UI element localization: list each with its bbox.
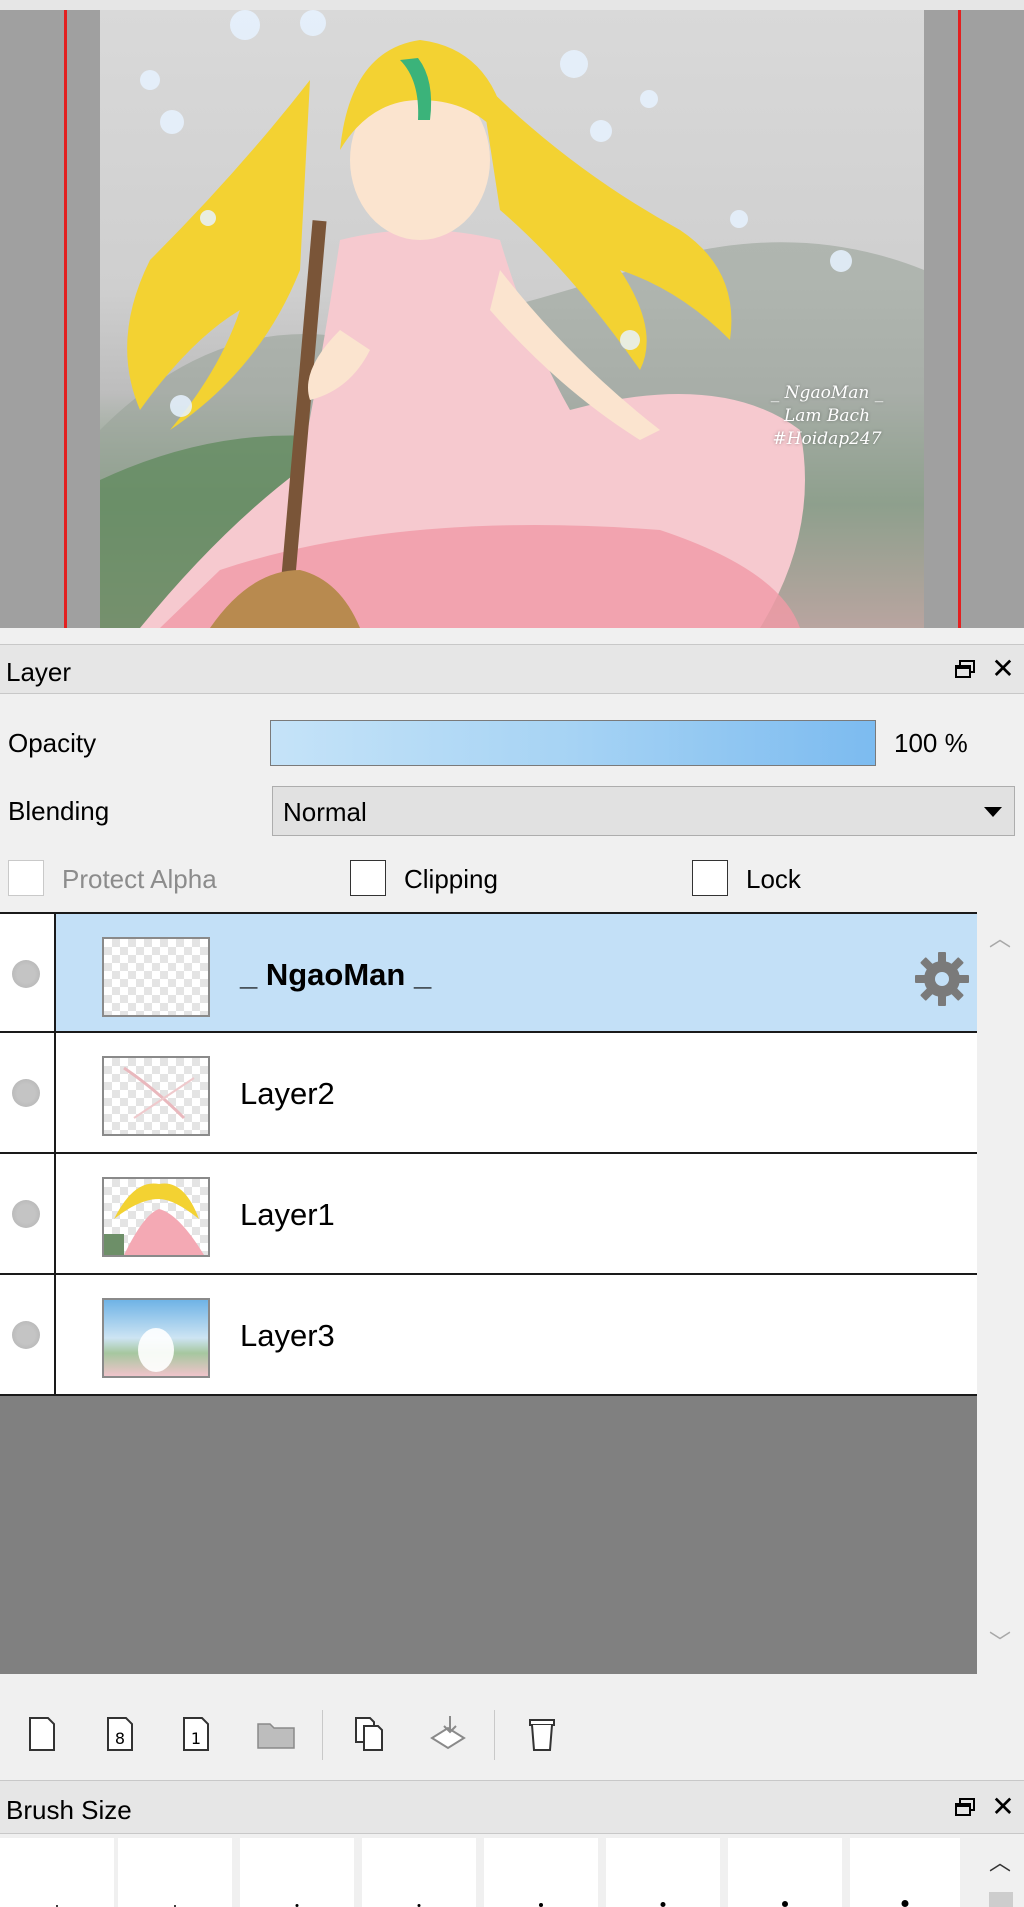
protect-alpha-checkbox[interactable]: [8, 860, 44, 896]
new-8bit-layer-icon[interactable]: 8: [102, 1714, 138, 1754]
brush-size-cell[interactable]: [362, 1838, 476, 1907]
layer-thumbnail: [102, 1056, 210, 1136]
close-panel-icon[interactable]: ✕: [990, 655, 1016, 683]
snow-particle: [160, 110, 184, 134]
svg-text:1: 1: [191, 1729, 201, 1748]
visibility-toggle-icon[interactable]: [12, 1321, 40, 1349]
brush-size-scrollbar[interactable]: ︿: [977, 1834, 1024, 1907]
brush-size-panel-title: Brush Size: [6, 1795, 132, 1825]
close-panel-icon[interactable]: ✕: [990, 1793, 1016, 1821]
protect-alpha-label: Protect Alpha: [62, 864, 217, 894]
brush-size-cell[interactable]: [0, 1838, 114, 1907]
layer-row[interactable]: Layer2: [0, 1033, 977, 1154]
chevron-down-icon: [984, 807, 1002, 817]
brush-size-cell[interactable]: [118, 1838, 232, 1907]
brush-size-cell[interactable]: [484, 1838, 598, 1907]
artwork-illustration: [100, 40, 924, 628]
svg-text:8: 8: [115, 1729, 125, 1748]
snow-particle: [200, 210, 216, 226]
delete-layer-icon[interactable]: [524, 1714, 560, 1754]
layer-thumbnail: [102, 1298, 210, 1378]
merge-down-icon[interactable]: [428, 1714, 468, 1754]
layer-toolbar: 8 1: [0, 1674, 1024, 1780]
visibility-toggle-icon[interactable]: [12, 1200, 40, 1228]
visibility-column: [0, 1154, 56, 1273]
canvas-top-strip: [0, 0, 1024, 10]
brush-size-dot: [539, 1903, 543, 1907]
brush-size-dot: [660, 1902, 666, 1907]
layer-list[interactable]: _ NgaoMan _ Layer2 Layer1 Layer3: [0, 912, 977, 1674]
toolbar-separator: [322, 1710, 323, 1760]
brush-size-dot: [901, 1900, 909, 1907]
brush-size-dot: [782, 1901, 788, 1907]
snow-particle: [830, 250, 852, 272]
gear-icon[interactable]: [913, 950, 971, 1008]
snow-particle: [640, 90, 658, 108]
float-panel-icon[interactable]: [954, 659, 976, 679]
watermark-line: _ NgaoMan _: [770, 383, 884, 403]
layer-thumbnail: [102, 1177, 210, 1257]
snow-particle: [730, 210, 748, 228]
artwork-image[interactable]: _ NgaoMan _ Lam Bach #Hoidap247: [100, 10, 924, 628]
blending-select[interactable]: Normal: [272, 786, 1015, 836]
duplicate-layer-icon[interactable]: [352, 1714, 388, 1754]
layer-list-scrollbar[interactable]: ︿ ﹀: [977, 912, 1024, 1674]
layer-name: Layer1: [240, 1197, 335, 1232]
brush-size-list[interactable]: [0, 1834, 977, 1907]
layer-panel-header: Layer ✕: [0, 644, 1024, 694]
snow-particle: [590, 120, 612, 142]
scroll-thumb[interactable]: [989, 1892, 1013, 1907]
artwork-watermark: _ NgaoMan _ Lam Bach #Hoidap247: [752, 382, 902, 451]
scroll-up-icon[interactable]: ︿: [989, 928, 1011, 950]
layer-row[interactable]: _ NgaoMan _: [0, 912, 977, 1033]
new-1bit-layer-icon[interactable]: 1: [178, 1714, 214, 1754]
clipping-label: Clipping: [404, 864, 498, 894]
brush-size-cell[interactable]: [728, 1838, 842, 1907]
layer-row[interactable]: Layer1: [0, 1154, 977, 1275]
brush-size-cell[interactable]: [850, 1838, 960, 1907]
lock-label: Lock: [746, 864, 801, 894]
float-panel-icon[interactable]: [954, 1797, 976, 1817]
layer-thumbnail: [102, 937, 210, 1017]
layer-name: Layer2: [240, 1076, 335, 1111]
scroll-down-icon[interactable]: ﹀: [989, 1632, 1011, 1654]
snow-particle: [230, 10, 260, 40]
snow-particle: [170, 395, 192, 417]
scroll-up-icon[interactable]: ︿: [989, 1852, 1011, 1874]
layer-panel-title: Layer: [6, 657, 72, 687]
snow-particle: [560, 50, 588, 78]
visibility-column: [0, 1033, 56, 1152]
canvas-border-left: [64, 10, 67, 628]
watermark-line: Lam Bach: [783, 406, 871, 426]
opacity-label: Opacity: [8, 728, 97, 758]
visibility-column: [0, 914, 56, 1031]
thumbnail-content: [104, 1183, 204, 1255]
thumbnail-content: [123, 1066, 195, 1120]
new-folder-icon[interactable]: [256, 1714, 296, 1754]
brush-size-panel-header: Brush Size ✕: [0, 1780, 1024, 1834]
snow-particle: [300, 10, 326, 36]
opacity-value: 100 %: [894, 728, 968, 758]
layer-name: Layer3: [240, 1318, 335, 1353]
brush-size-cell[interactable]: [606, 1838, 720, 1907]
layer-name: _ NgaoMan _: [240, 957, 432, 992]
visibility-toggle-icon[interactable]: [12, 960, 40, 988]
watermark-line: #Hoidap247: [772, 429, 882, 449]
blending-label: Blending: [8, 796, 110, 826]
canvas-area[interactable]: _ NgaoMan _ Lam Bach #Hoidap247: [0, 0, 1024, 628]
snow-particle: [140, 70, 160, 90]
brush-size-cell[interactable]: [240, 1838, 354, 1907]
thumbnail-content: [138, 1328, 174, 1372]
toolbar-separator: [494, 1710, 495, 1760]
lock-checkbox[interactable]: [692, 860, 728, 896]
layer-row[interactable]: Layer3: [0, 1275, 977, 1396]
snow-particle: [620, 330, 640, 350]
opacity-slider[interactable]: [270, 720, 876, 766]
visibility-column: [0, 1275, 56, 1394]
canvas-border-right: [958, 10, 961, 628]
new-layer-icon[interactable]: [24, 1714, 60, 1754]
visibility-toggle-icon[interactable]: [12, 1079, 40, 1107]
clipping-checkbox[interactable]: [350, 860, 386, 896]
blending-value: Normal: [283, 797, 367, 827]
